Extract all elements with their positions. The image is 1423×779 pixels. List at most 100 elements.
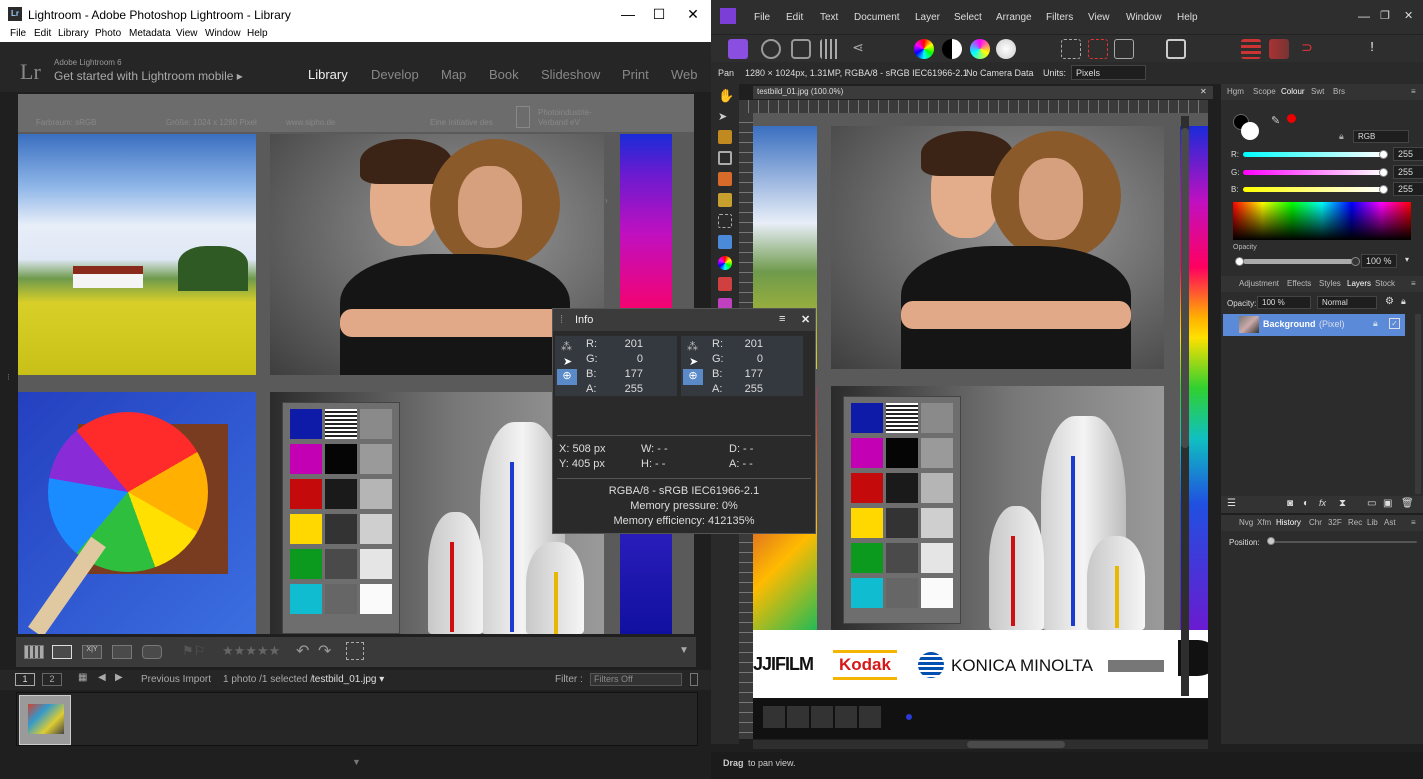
g-value-field[interactable]: 255 (1393, 165, 1423, 179)
gradient-tool-icon[interactable] (718, 256, 732, 270)
filename[interactable]: testbild_01.jpg ▾ (312, 674, 384, 685)
document-tab[interactable]: testbild_01.jpg (100.0%) ✕ (753, 86, 1213, 99)
lightroom-mobile-link[interactable]: Get started with Lightroom mobile ▸ (54, 69, 243, 83)
document-tab-close-icon[interactable]: ✕ (1200, 87, 1207, 96)
close-button[interactable]: ✕ (676, 4, 710, 24)
module-web[interactable]: Web (671, 67, 698, 82)
tab-stock[interactable]: Stock (1375, 279, 1395, 288)
assistant-icon[interactable] (1241, 39, 1261, 59)
mask-icon[interactable]: ◙ (1287, 498, 1293, 509)
menu-file[interactable]: File (10, 28, 26, 39)
tab-histogram[interactable]: Hgm (1227, 87, 1244, 96)
module-slideshow[interactable]: Slideshow (541, 67, 600, 82)
picked-colour-dot[interactable] (1287, 114, 1296, 123)
back-arrow-icon[interactable]: ◀ (98, 672, 106, 683)
g-slider-knob[interactable] (1379, 168, 1388, 177)
af-minimize-button[interactable]: — (1358, 9, 1370, 23)
tab-navigator[interactable]: Nvg (1239, 518, 1253, 527)
info-panel[interactable]: ⁞ Info ≡ ✕ ⁂ ➤ ⊕ R: G: B: A: 201 0 177 2… (552, 308, 816, 534)
layer-lock-icon[interactable]: 🔒︎ (1401, 296, 1406, 307)
menu-view[interactable]: View (176, 28, 198, 39)
b-slider[interactable] (1243, 187, 1383, 192)
eyedropper-icon[interactable]: ✎ (1271, 114, 1280, 127)
af-menu-document[interactable]: Document (854, 12, 900, 23)
selection-brush-tool-icon[interactable] (718, 172, 732, 186)
panel-menu-icon[interactable]: ≡ (1411, 518, 1416, 527)
module-library[interactable]: Library (308, 67, 348, 82)
panel-grip-icon[interactable]: ⁞ (560, 314, 563, 326)
history-position-slider[interactable] (1269, 541, 1417, 543)
tab-styles[interactable]: Styles (1319, 279, 1341, 288)
af-menu-text[interactable]: Text (820, 12, 838, 23)
monitor-1-button[interactable]: 1 (15, 673, 35, 686)
nav-right-arrow-icon[interactable]: › (605, 196, 608, 205)
tab-effects[interactable]: Effects (1287, 279, 1311, 288)
filmstrip-thumbnail[interactable] (19, 695, 71, 745)
af-menu-file[interactable]: File (754, 12, 770, 23)
colour-spectrum[interactable] (1233, 202, 1411, 240)
layers-scrollbar[interactable] (1415, 314, 1421, 494)
r-slider-knob[interactable] (1379, 150, 1388, 159)
menu-metadata[interactable]: Metadata (129, 28, 171, 39)
tab-scope[interactable]: Scope (1253, 87, 1276, 96)
photo-persona-icon[interactable] (728, 39, 748, 59)
af-menu-filters[interactable]: Filters (1046, 12, 1073, 23)
magnet-icon[interactable]: ⊃ (1297, 39, 1317, 59)
forward-arrow-icon[interactable]: ▶ (115, 672, 123, 683)
tab-colour[interactable]: Colour (1281, 87, 1305, 96)
opacity-dropdown-icon[interactable]: ▾ (1405, 255, 1409, 264)
flood-select-tool-icon[interactable] (718, 193, 732, 207)
flood-fill-tool-icon[interactable] (718, 235, 732, 249)
units-select[interactable]: Pixels (1071, 65, 1146, 80)
add-layer-icon[interactable]: ▣ (1383, 498, 1392, 509)
af-close-button[interactable]: ✕ (1404, 9, 1413, 22)
deselect-icon[interactable] (1088, 39, 1108, 59)
snapping-icon[interactable] (1269, 39, 1289, 59)
marquee-tool-icon[interactable] (718, 214, 732, 228)
export-persona-icon[interactable]: ⋖ (848, 39, 868, 59)
source-label[interactable]: Previous Import (141, 674, 211, 685)
grid-icon[interactable]: ▦ (78, 672, 87, 683)
layer-lock-icon[interactable]: 🔒︎ (1373, 318, 1378, 329)
af-menu-window[interactable]: Window (1126, 12, 1162, 23)
r-slider[interactable] (1243, 152, 1383, 157)
module-develop[interactable]: Develop (371, 67, 419, 82)
delete-layer-icon[interactable]: 🗑︎ (1401, 498, 1414, 509)
left-panel-collapse-icon[interactable]: ⁝ (7, 372, 10, 383)
tab-character[interactable]: Chr (1309, 518, 1322, 527)
af-menu-help[interactable]: Help (1177, 12, 1198, 23)
context-toolbar-icon[interactable]: ! (1362, 39, 1382, 59)
menu-help[interactable]: Help (247, 28, 268, 39)
rotate-left-icon[interactable]: ↶ (296, 641, 309, 661)
flag-icons[interactable]: ⚑⚐ (182, 643, 205, 659)
info-panel-header[interactable]: ⁞ Info ≡ ✕ (553, 309, 815, 331)
panel-menu-icon[interactable]: ≡ (1411, 87, 1416, 96)
toolbar-menu-chevron-icon[interactable]: ▼ (679, 645, 689, 656)
opacity-slider-knob[interactable] (1351, 257, 1360, 266)
panel-close-icon[interactable]: ✕ (801, 313, 810, 326)
star-rating[interactable]: ★★★★★ (222, 643, 280, 659)
view-tool-icon[interactable]: ✋ (718, 88, 734, 103)
af-menu-edit[interactable]: Edit (786, 12, 803, 23)
tone-mapping-persona-icon[interactable] (820, 39, 840, 59)
fx-icon[interactable]: fx (1319, 498, 1326, 508)
foreground-colour-swatch[interactable] (1241, 122, 1259, 140)
hourglass-icon[interactable]: ⧗ (1339, 498, 1346, 509)
survey-view-icon[interactable] (112, 645, 132, 659)
auto-white-balance-icon[interactable] (996, 39, 1016, 59)
tab-adjustment[interactable]: Adjustment (1239, 279, 1279, 288)
tab-transform[interactable]: Xfm (1257, 518, 1271, 527)
r-value-field[interactable]: 255 (1393, 147, 1423, 161)
layer-settings-icon[interactable]: ⚙ (1385, 296, 1394, 307)
people-view-icon[interactable] (142, 645, 162, 659)
auto-colors-icon[interactable] (970, 39, 990, 59)
af-menu-arrange[interactable]: Arrange (996, 12, 1032, 23)
layer-row-background[interactable]: Background (Pixel) 🔒︎ ✓ (1223, 314, 1405, 336)
module-book[interactable]: Book (489, 67, 519, 82)
menu-library[interactable]: Library (58, 28, 89, 39)
folder-icon[interactable]: ▭ (1367, 498, 1376, 509)
g-slider[interactable] (1243, 170, 1383, 175)
vertical-scrollbar-thumb[interactable] (1181, 128, 1189, 448)
paint-brush-tool-icon[interactable] (718, 277, 732, 291)
tab-layers[interactable]: Layers (1347, 279, 1371, 288)
